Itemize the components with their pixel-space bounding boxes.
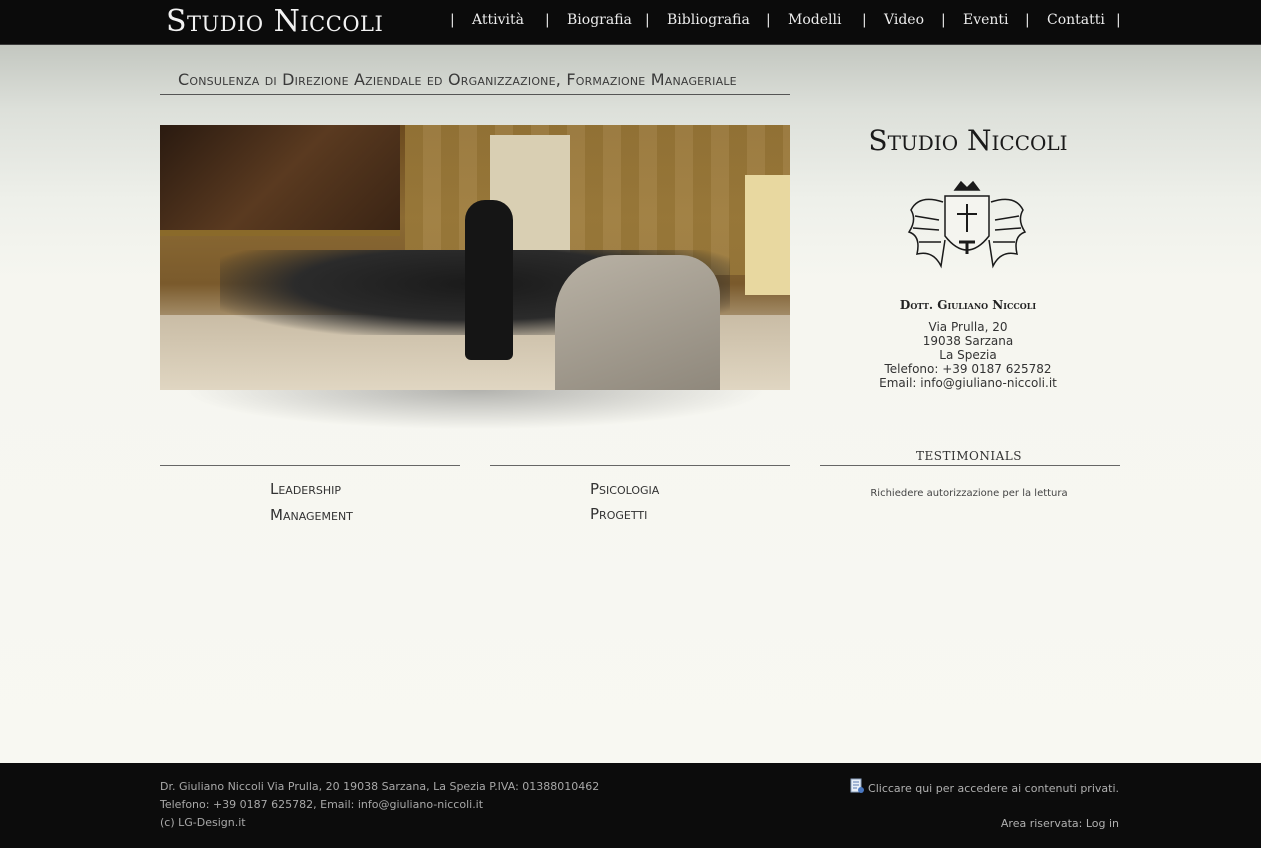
photo-foreground-person [555, 255, 720, 390]
coat-of-arms-icon [907, 180, 1027, 269]
page-tagline: Consulenza di Direzione Aziendale ed Org… [178, 70, 737, 89]
link-psicologia[interactable]: Psicologia [590, 480, 659, 498]
photo-speaker [465, 200, 513, 360]
contact-email[interactable]: Email: info@giuliano-niccoli.it [820, 376, 1116, 390]
photo-window [745, 175, 790, 295]
nav-separator: | [450, 12, 455, 28]
nav-item-bibliografia[interactable]: Bibliografia [667, 12, 750, 28]
private-content-link[interactable]: Cliccare qui per accedere ai contenuti p… [849, 778, 1119, 795]
nav-item-attivita[interactable]: Attività [472, 12, 524, 28]
contact-phone: Telefono: +39 0187 625782 [884, 362, 1052, 376]
private-link-text[interactable]: Cliccare qui per accedere ai contenuti p… [868, 782, 1119, 795]
testimonials-heading: TESTIMONIALS [916, 449, 1022, 463]
footer-address: Dr. Giuliano Niccoli Via Prulla, 20 1903… [160, 780, 600, 793]
document-icon [850, 778, 865, 793]
column-divider [160, 465, 460, 466]
nav-item-modelli[interactable]: Modelli [788, 12, 841, 28]
nav-separator: | [545, 12, 550, 28]
photo-painting [160, 125, 400, 236]
reserved-area-label: Area riservata: [1000, 817, 1083, 830]
nav-separator: | [766, 12, 771, 28]
link-management[interactable]: Management [270, 506, 353, 524]
nav-separator: | [862, 12, 867, 28]
link-leadership[interactable]: Leadership [270, 480, 341, 498]
link-progetti[interactable]: Progetti [590, 505, 647, 523]
column-divider [490, 465, 790, 466]
footer-contacts: Telefono: +39 0187 625782, Email: info@g… [160, 798, 484, 811]
footer: Dr. Giuliano Niccoli Via Prulla, 20 1903… [0, 763, 1261, 848]
testimonials-note: Richiedere autorizzazione per la lettura [870, 488, 1068, 499]
reserved-area: Area riservata: Log in [1001, 817, 1119, 830]
site-logo[interactable]: Studio Niccoli [166, 4, 383, 39]
nav-item-eventi[interactable]: Eventi [963, 12, 1009, 28]
address-city: 19038 Sarzana [922, 334, 1014, 348]
address-province: La Spezia [939, 348, 997, 362]
footer-credit[interactable]: (c) LG-Design.it [160, 816, 246, 829]
address-street: Via Prulla, 20 [928, 320, 1008, 334]
nav-separator: | [1116, 12, 1121, 28]
top-navigation-bar: Studio Niccoli | Attività | Biografia | … [0, 0, 1261, 45]
login-link[interactable]: Log in [1086, 817, 1119, 830]
column-divider [820, 465, 1120, 466]
nav-separator: | [1025, 12, 1030, 28]
nav-item-biografia[interactable]: Biografia [567, 12, 632, 28]
nav-separator: | [941, 12, 946, 28]
sidebar-title: Studio Niccoli [868, 124, 1068, 157]
photo-shadow [180, 390, 770, 430]
nav-item-contatti[interactable]: Contatti [1047, 12, 1105, 28]
nav-separator: | [645, 12, 650, 28]
hero-photo [160, 125, 790, 390]
nav-item-video[interactable]: Video [884, 12, 924, 28]
contact-name: Dott. Giuliano Niccoli [899, 298, 1037, 312]
divider [160, 94, 790, 95]
